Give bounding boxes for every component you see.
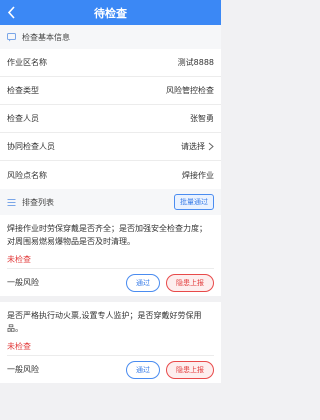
row-label: 协同检查人员 bbox=[7, 142, 55, 151]
check-item-footer: 一般风险 通过 隐患上报 bbox=[7, 268, 214, 296]
check-item: 焊接作业时劳保穿戴是否齐全；是否加强安全检查力度；对周围易燃易爆物品是否及时清理… bbox=[0, 215, 221, 296]
list-icon bbox=[7, 198, 16, 206]
chevron-right-icon bbox=[208, 142, 214, 151]
row-value: 风险管控检查 bbox=[166, 86, 214, 95]
info-row-inspector: 检查人员 张智勇 bbox=[0, 105, 221, 133]
section-title: 检查基本信息 bbox=[22, 32, 70, 42]
report-hazard-button[interactable]: 隐患上报 bbox=[166, 273, 214, 292]
info-row-check-type: 检查类型 风险管控检查 bbox=[0, 77, 221, 105]
pass-button[interactable]: 通过 bbox=[126, 360, 160, 379]
row-value: 测试8888 bbox=[177, 58, 214, 67]
batch-pass-button[interactable]: 批量通过 bbox=[174, 194, 214, 210]
select-placeholder: 请选择 bbox=[181, 142, 205, 151]
section-title: 排查列表 bbox=[22, 197, 54, 207]
top-bar: 待检查 bbox=[0, 0, 221, 25]
row-value: 焊接作业 bbox=[182, 170, 214, 180]
report-hazard-button[interactable]: 隐患上报 bbox=[166, 360, 214, 379]
check-status: 未检查 bbox=[7, 255, 31, 264]
check-list-header: 排查列表 批量通过 bbox=[0, 189, 221, 215]
chat-bubble-icon bbox=[7, 32, 16, 41]
row-label: 检查类型 bbox=[7, 86, 39, 95]
action-buttons: 通过 隐患上报 bbox=[126, 273, 214, 292]
back-arrow-icon[interactable] bbox=[7, 6, 18, 19]
check-item-description: 是否严格执行动火票,设置专人监护；是否穿戴好劳保用品。 bbox=[7, 311, 202, 333]
check-status: 未检查 bbox=[7, 342, 31, 351]
risk-level: 一般风险 bbox=[7, 278, 39, 287]
info-row-co-inspectors[interactable]: 协同检查人员 请选择 bbox=[0, 133, 221, 161]
action-buttons: 通过 隐患上报 bbox=[126, 360, 214, 379]
co-inspector-select[interactable]: 请选择 bbox=[181, 141, 214, 152]
basic-info-section-header: 检查基本信息 bbox=[0, 25, 221, 49]
check-item: 是否严格执行动火票,设置专人监护；是否穿戴好劳保用品。 未检查 一般风险 通过 … bbox=[0, 302, 221, 383]
info-row-risk-point: 风险点名称 焊接作业 bbox=[0, 161, 221, 189]
risk-level: 一般风险 bbox=[7, 365, 39, 374]
list-title-group: 排查列表 bbox=[7, 197, 54, 208]
row-label: 作业区名称 bbox=[7, 58, 47, 67]
check-item-footer: 一般风险 通过 隐患上报 bbox=[7, 355, 214, 383]
row-label: 检查人员 bbox=[7, 114, 39, 123]
info-row-work-area: 作业区名称 测试8888 bbox=[0, 49, 221, 77]
check-item-description: 焊接作业时劳保穿戴是否齐全；是否加强安全检查力度；对周围易燃易爆物品是否及时清理… bbox=[7, 224, 207, 246]
row-value: 张智勇 bbox=[190, 114, 214, 123]
row-label: 风险点名称 bbox=[7, 170, 47, 180]
pass-button[interactable]: 通过 bbox=[126, 273, 160, 292]
page-title: 待检查 bbox=[94, 6, 127, 20]
info-list: 作业区名称 测试8888 检查类型 风险管控检查 检查人员 张智勇 协同检查人员… bbox=[0, 49, 221, 189]
